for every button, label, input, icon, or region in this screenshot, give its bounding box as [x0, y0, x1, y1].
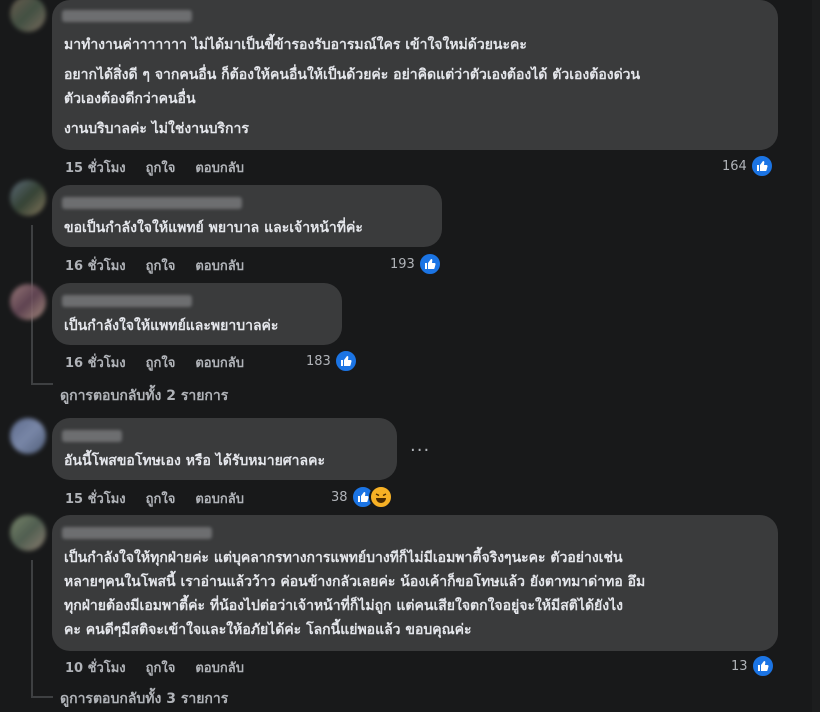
commenter-name[interactable]: [62, 10, 192, 22]
comment-actions: 16 ชั่วโมง ถูกใจ ตอบกลับ: [65, 255, 264, 276]
reaction-count: 164: [722, 158, 747, 174]
thumbs-up-icon: [749, 154, 774, 178]
comment-text: ทุกฝ่ายต้องมีเอมพาตี้ค่ะ ที่น้องไปต่อว่า…: [64, 598, 623, 614]
comment-bubble: อันนี้โพสขอโทษเอง หรือ ได้รับหมายศาลคะ: [52, 418, 397, 480]
like-button[interactable]: ถูกใจ: [146, 356, 176, 371]
comment-bubble: เป็นกำลังใจให้ทุกฝ่ายค่ะ แต่บุคลากรทางกา…: [52, 515, 778, 651]
like-button[interactable]: ถูกใจ: [146, 492, 176, 507]
reaction-summary[interactable]: 38: [331, 485, 393, 509]
comment-text: ขอเป็นกำลังใจให้แพทย์ พยาบาล และเจ้าหน้า…: [64, 220, 363, 236]
timestamp[interactable]: 10 ชั่วโมง: [65, 661, 126, 676]
comment-text: อันนี้โพสขอโทษเอง หรือ ได้รับหมายศาลคะ: [64, 453, 326, 469]
comment-text: ตัวเองต้องดีกว่าคนอื่น: [64, 91, 196, 107]
thread-line: [31, 696, 53, 698]
reaction-summary[interactable]: 13: [731, 654, 775, 678]
comment-actions: 16 ชั่วโมง ถูกใจ ตอบกลับ: [65, 352, 264, 373]
comment-actions: 10 ชั่วโมง ถูกใจ ตอบกลับ: [65, 657, 264, 678]
comment-bubble: เป็นกำลังใจให้แพทย์และพยาบาลค่ะ: [52, 283, 342, 345]
timestamp[interactable]: 15 ชั่วโมง: [65, 492, 126, 507]
commenter-name[interactable]: [62, 295, 192, 307]
timestamp[interactable]: 16 ชั่วโมง: [65, 259, 126, 274]
comment-actions: 15 ชั่วโมง ถูกใจ ตอบกลับ: [65, 488, 264, 509]
reaction-count: 38: [331, 489, 348, 505]
avatar[interactable]: [10, 515, 46, 551]
timestamp[interactable]: 15 ชั่วโมง: [65, 161, 126, 176]
thread-line: [31, 560, 33, 698]
view-replies-link[interactable]: ดูการตอบกลับทั้ง 2 รายการ: [60, 385, 228, 407]
like-button[interactable]: ถูกใจ: [146, 661, 176, 676]
avatar[interactable]: [10, 0, 46, 32]
view-replies-link[interactable]: ดูการตอบกลับทั้ง 3 รายการ: [60, 688, 228, 710]
commenter-name[interactable]: [62, 197, 242, 209]
avatar[interactable]: [10, 180, 46, 216]
reaction-count: 183: [306, 353, 331, 369]
like-button[interactable]: ถูกใจ: [146, 259, 176, 274]
comment-text: เป็นกำลังใจให้ทุกฝ่ายค่ะ แต่บุคลากรทางกา…: [64, 550, 623, 566]
thumbs-up-icon: [333, 349, 358, 373]
reaction-summary[interactable]: 183: [306, 349, 358, 373]
reply-button[interactable]: ตอบกลับ: [195, 492, 244, 507]
comment-bubble: ขอเป็นกำลังใจให้แพทย์ พยาบาล และเจ้าหน้า…: [52, 185, 442, 247]
thumbs-up-icon: [417, 252, 442, 276]
comment-text: อยากได้สิ่งดี ๆ จากคนอื่น ก็ต้องให้คนอื่…: [64, 67, 641, 83]
commenter-name[interactable]: [62, 527, 212, 539]
comment-actions: 15 ชั่วโมง ถูกใจ ตอบกลับ: [65, 157, 264, 178]
comment-text: งานบริบาลค่ะ ไม่ใช่งานบริการ: [64, 121, 249, 137]
thread-line: [31, 383, 53, 385]
more-options-icon[interactable]: ···: [410, 440, 430, 461]
timestamp[interactable]: 16 ชั่วโมง: [65, 356, 126, 371]
reaction-count: 193: [390, 256, 415, 272]
reply-button[interactable]: ตอบกลับ: [195, 356, 244, 371]
comment-bubble: มาทำงานค่าาาาาาา ไม่ได้มาเป็นขี้ข้ารองรั…: [52, 0, 778, 150]
thumbs-up-icon: [750, 654, 775, 678]
commenter-name[interactable]: [62, 430, 122, 442]
scrollbar-track[interactable]: [812, 0, 820, 712]
comment-text: คะ คนดีๆมีสติจะเข้าใจและให้อภัยได้ค่ะ โล…: [64, 622, 472, 638]
reply-button[interactable]: ตอบกลับ: [195, 259, 244, 274]
reaction-count: 13: [731, 658, 748, 674]
avatar[interactable]: [10, 418, 46, 454]
comment-text: เป็นกำลังใจให้แพทย์และพยาบาลค่ะ: [64, 318, 279, 334]
like-button[interactable]: ถูกใจ: [146, 161, 176, 176]
reply-button[interactable]: ตอบกลับ: [195, 161, 244, 176]
haha-emoji-icon: [368, 485, 393, 509]
reaction-summary[interactable]: 193: [390, 252, 442, 276]
avatar[interactable]: [10, 284, 46, 320]
reaction-summary[interactable]: 164: [722, 154, 774, 178]
comment-text: หลายๆคนในโพสนี้ เราอ่านแล้วว้าว ค่อนข้าง…: [64, 574, 646, 590]
comment-text: มาทำงานค่าาาาาาา ไม่ได้มาเป็นขี้ข้ารองรั…: [64, 37, 527, 53]
reply-button[interactable]: ตอบกลับ: [195, 661, 244, 676]
